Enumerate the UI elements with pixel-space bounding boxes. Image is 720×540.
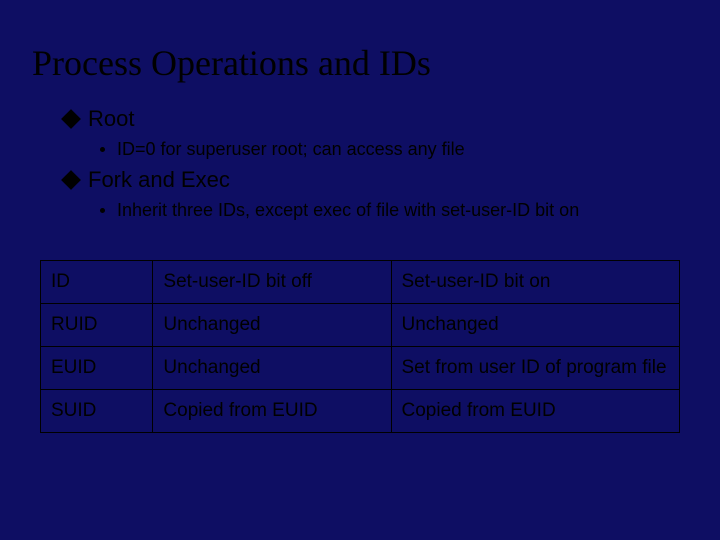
bullet-root-sub-label: ID=0 for superuser root; can access any … [117,138,465,161]
cell: Copied from EUID [391,390,680,433]
bullet-fork-label: Fork and Exec [88,167,230,193]
id-table: ID Set-user-ID bit off Set-user-ID bit o… [40,260,680,433]
cell: SUID [41,390,153,433]
table-row: RUID Unchanged Unchanged [41,304,680,347]
table-row: EUID Unchanged Set from user ID of progr… [41,347,680,390]
cell: Unchanged [391,304,680,347]
table-header-row: ID Set-user-ID bit off Set-user-ID bit o… [41,261,680,304]
slide-body: Root ID=0 for superuser root; can access… [64,100,682,225]
bullet-fork-sub: Inherit three IDs, except exec of file w… [100,199,682,222]
slide-title: Process Operations and IDs [32,42,431,84]
th-id: ID [41,261,153,304]
cell: RUID [41,304,153,347]
bullet-root-label: Root [88,106,134,132]
dot-icon [100,208,105,213]
bullet-fork-sub-label: Inherit three IDs, except exec of file w… [117,199,579,222]
th-bit-off: Set-user-ID bit off [153,261,391,304]
cell: Set from user ID of program file [391,347,680,390]
slide: Process Operations and IDs Root ID=0 for… [0,0,720,540]
cell: Copied from EUID [153,390,391,433]
bullet-root: Root [64,106,682,132]
diamond-icon [61,170,81,190]
bullet-root-sub: ID=0 for superuser root; can access any … [100,138,682,161]
dot-icon [100,147,105,152]
cell: Unchanged [153,304,391,347]
cell: EUID [41,347,153,390]
diamond-icon [61,109,81,129]
th-bit-on: Set-user-ID bit on [391,261,680,304]
cell: Unchanged [153,347,391,390]
bullet-fork: Fork and Exec [64,167,682,193]
table-row: SUID Copied from EUID Copied from EUID [41,390,680,433]
